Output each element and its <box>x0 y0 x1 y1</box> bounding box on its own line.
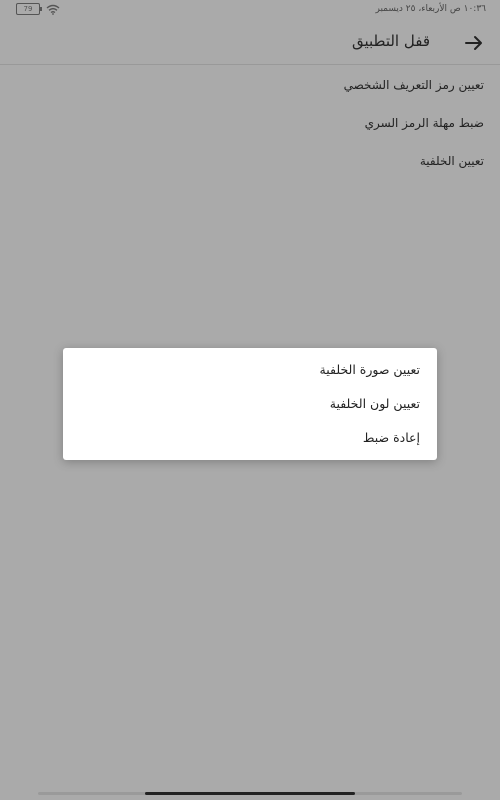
status-bar: ١٠:٣٦ ص الأربعاء، ٢٥ ديسمبر 79 <box>0 0 500 20</box>
wifi-icon <box>46 4 60 15</box>
settings-item-set-background[interactable]: تعيين الخلفية <box>0 142 500 180</box>
dialog-option-set-background-image[interactable]: تعيين صورة الخلفية <box>63 353 437 387</box>
battery-level: 79 <box>23 5 33 13</box>
app-screen: ١٠:٣٦ ص الأربعاء، ٢٥ ديسمبر 79 قفل التطب… <box>0 0 500 800</box>
battery-icon: 79 <box>16 3 42 15</box>
status-datetime: ١٠:٣٦ ص الأربعاء، ٢٥ ديسمبر <box>375 4 486 14</box>
home-gesture-handle[interactable] <box>145 792 355 795</box>
page-title: قفل التطبيق <box>351 32 430 50</box>
settings-list: تعيين رمز التعريف الشخصي ضبط مهلة الرمز … <box>0 66 500 180</box>
app-bar: قفل التطبيق <box>0 22 500 65</box>
arrow-right-icon[interactable] <box>462 31 486 55</box>
settings-item-pin-timeout[interactable]: ضبط مهلة الرمز السري <box>0 104 500 142</box>
dialog-option-set-background-color[interactable]: تعيين لون الخلفية <box>63 387 437 421</box>
background-options-dialog: تعيين صورة الخلفية تعيين لون الخلفية إعا… <box>63 348 437 460</box>
status-icons: 79 <box>16 3 60 15</box>
dialog-option-reset[interactable]: إعادة ضبط <box>63 421 437 455</box>
settings-item-set-pin[interactable]: تعيين رمز التعريف الشخصي <box>0 66 500 104</box>
